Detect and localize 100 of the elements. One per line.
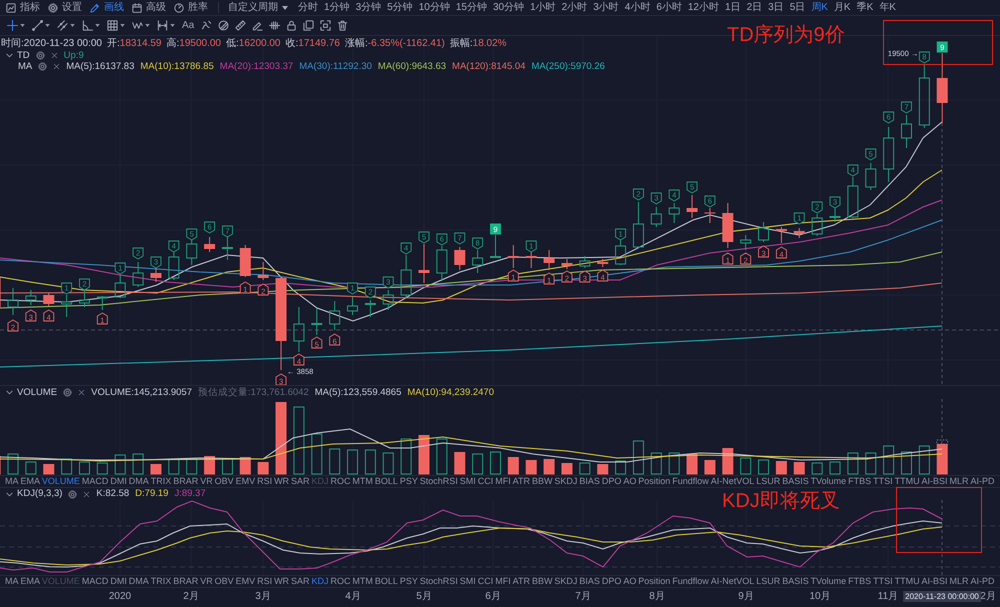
- indicator-tab[interactable]: SMI: [460, 476, 476, 487]
- indicator-tab[interactable]: OBV: [214, 476, 234, 487]
- indicator-tab[interactable]: TTMU: [894, 576, 920, 587]
- period-tab[interactable]: 1分钟: [323, 1, 351, 14]
- indicator-tab[interactable]: MTM: [352, 576, 373, 587]
- indicator-tab[interactable]: DPO: [602, 576, 622, 587]
- period-tab[interactable]: 3日: [767, 1, 785, 14]
- indicator-tab[interactable]: WR: [274, 476, 290, 487]
- indicator-tab[interactable]: SMI: [460, 576, 476, 587]
- trash-icon[interactable]: [337, 20, 348, 31]
- indicator-tab[interactable]: BBW: [532, 576, 552, 587]
- indicator-tab[interactable]: MLR: [950, 576, 969, 587]
- indicator-tab[interactable]: MFI: [495, 476, 511, 487]
- indicator-tab[interactable]: VR: [200, 476, 213, 487]
- indicator-tab[interactable]: BIAS: [579, 576, 600, 587]
- indicator-tab[interactable]: TVolume: [810, 576, 846, 587]
- indicator-tab[interactable]: BIAS: [579, 476, 600, 487]
- period-tab[interactable]: 1小时: [529, 1, 557, 14]
- zigzag-icon[interactable]: [132, 20, 143, 31]
- period-tab[interactable]: 季K: [856, 1, 874, 14]
- indicator-tab[interactable]: BASIS: [782, 576, 809, 587]
- indicator-tab[interactable]: Position: [638, 476, 670, 487]
- indicator-tab[interactable]: StochRSI: [420, 476, 458, 487]
- period-tab[interactable]: 1日: [724, 1, 742, 14]
- menu-button[interactable]: 高级: [130, 1, 168, 14]
- indicator-tab[interactable]: VR: [200, 576, 213, 587]
- indicator-tab[interactable]: LSUR: [756, 576, 780, 587]
- lock-icon[interactable]: [286, 20, 298, 31]
- squiggle-icon[interactable]: [201, 20, 212, 31]
- caret-icon[interactable]: [70, 24, 75, 27]
- indicator-tab[interactable]: VOLUME: [42, 476, 80, 487]
- indicator-tab[interactable]: DMI: [110, 476, 127, 487]
- indicator-tab[interactable]: PSY: [400, 476, 418, 487]
- indicator-tab[interactable]: ATR: [512, 476, 530, 487]
- chevron-icon[interactable]: [6, 390, 13, 395]
- indicator-tab[interactable]: BRAR: [173, 476, 198, 487]
- caret-icon[interactable]: [120, 24, 125, 27]
- indicator-tab[interactable]: AO: [623, 476, 636, 487]
- double-arrow-icon[interactable]: [157, 20, 168, 31]
- indicator-tab[interactable]: AI-PD: [970, 476, 994, 487]
- indicator-tab[interactable]: AI-NetVOL: [710, 476, 754, 487]
- indicator-tab[interactable]: RSI: [257, 476, 272, 487]
- indicator-tab[interactable]: AI-NetVOL: [710, 576, 754, 587]
- indicator-tab[interactable]: Fundflow: [672, 476, 709, 487]
- indicator-tab[interactable]: FTBS: [848, 476, 872, 487]
- tick-marks-icon[interactable]: [269, 20, 280, 31]
- indicator-tab[interactable]: DMA: [128, 476, 149, 487]
- period-tab[interactable]: 5日: [788, 1, 806, 14]
- indicator-tab[interactable]: CCI: [478, 476, 494, 487]
- pen-icon[interactable]: [252, 20, 264, 31]
- indicator-tab[interactable]: StochRSI: [420, 576, 458, 587]
- indicator-tab[interactable]: FTBS: [848, 576, 872, 587]
- indicator-tab[interactable]: MTM: [352, 476, 373, 487]
- caret-icon[interactable]: [20, 24, 25, 27]
- close-icon[interactable]: [78, 389, 86, 396]
- period-dropdown[interactable]: 自定义周期: [227, 1, 289, 14]
- period-tab[interactable]: 12小时: [686, 1, 720, 14]
- caret-icon[interactable]: [95, 24, 100, 27]
- indicator-tab[interactable]: LSUR: [756, 476, 780, 487]
- indicator-tab[interactable]: MA: [5, 476, 18, 487]
- indicator-tab[interactable]: SAR: [291, 476, 310, 487]
- line-icon[interactable]: [32, 20, 43, 31]
- indicator-tab[interactable]: KDJ: [311, 576, 328, 587]
- indicator-tab[interactable]: AI-BSI: [922, 576, 948, 587]
- indicator-tab[interactable]: EMA: [20, 576, 40, 587]
- indicator-tab[interactable]: RSI: [257, 576, 272, 587]
- chevron-icon[interactable]: [6, 492, 13, 496]
- indicator-tab[interactable]: Fundflow: [672, 576, 709, 587]
- indicator-tab[interactable]: AO: [623, 576, 636, 587]
- crosshair-icon[interactable]: [7, 20, 18, 31]
- indicator-tab[interactable]: CCI: [478, 576, 494, 587]
- angle-icon[interactable]: [82, 20, 93, 31]
- indicator-tab[interactable]: EMV: [236, 576, 256, 587]
- indicator-tab[interactable]: MACD: [82, 476, 108, 487]
- indicator-tab[interactable]: BOLL: [374, 476, 398, 487]
- period-tab[interactable]: 15分钟: [454, 1, 488, 14]
- copy-icon[interactable]: [303, 20, 314, 31]
- period-tab[interactable]: 周K: [810, 1, 829, 14]
- indicator-tab[interactable]: TRIX: [150, 576, 172, 587]
- period-tab[interactable]: 2小时: [560, 1, 588, 14]
- caret-icon[interactable]: [145, 24, 150, 27]
- indicator-tab[interactable]: BOLL: [374, 576, 398, 587]
- period-tab[interactable]: 月K: [832, 1, 852, 14]
- menu-button[interactable]: 胜率: [172, 1, 210, 14]
- indicator-tab[interactable]: SKDJ: [554, 476, 578, 487]
- text-tool[interactable]: Aa: [182, 20, 194, 32]
- menu-button[interactable]: 画线: [88, 1, 126, 14]
- indicator-tab[interactable]: DMI: [110, 576, 127, 587]
- close-icon[interactable]: [83, 490, 90, 498]
- menu-button[interactable]: 设置: [46, 1, 84, 14]
- close-icon[interactable]: [53, 63, 60, 70]
- indicator-tab[interactable]: EMV: [236, 476, 256, 487]
- indicator-tab[interactable]: SAR: [291, 576, 310, 587]
- indicator-tab[interactable]: AI-BSI: [922, 476, 948, 487]
- indicator-tab[interactable]: EMA: [20, 476, 40, 487]
- indicator-tab[interactable]: ATR: [512, 576, 530, 587]
- indicator-tab[interactable]: OBV: [214, 576, 234, 587]
- caret-icon[interactable]: [170, 24, 175, 27]
- indicator-tab[interactable]: ROC: [330, 476, 350, 487]
- indicator-tab[interactable]: MACD: [82, 576, 108, 587]
